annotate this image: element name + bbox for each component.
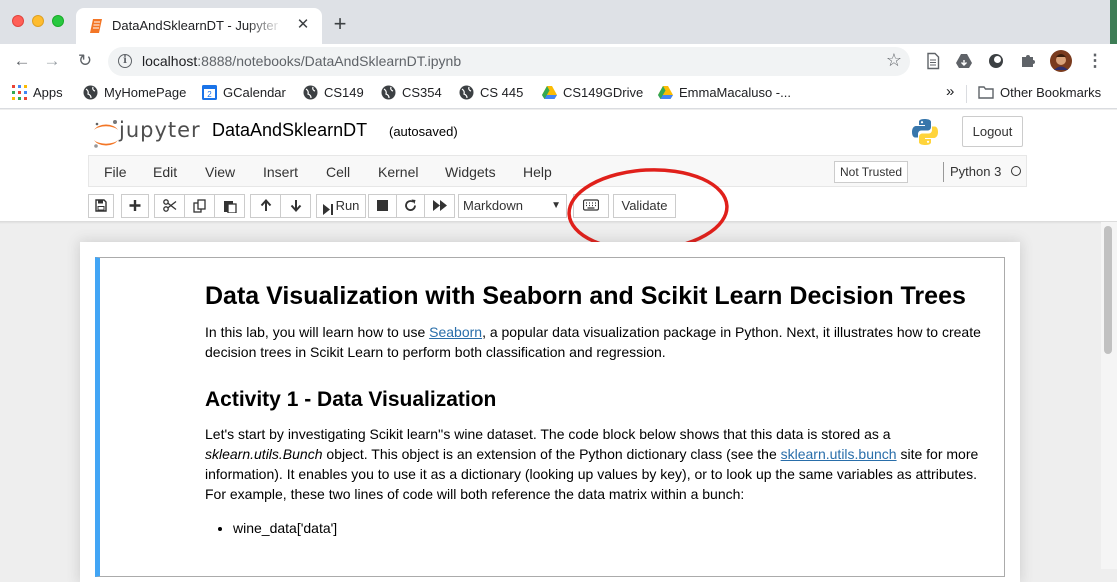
seaborn-link[interactable]: Seaborn [429,324,482,340]
bookmarks-bar: Apps MyHomePage 2 GCalendar CS149 CS354 C… [0,78,1117,109]
url-text[interactable]: localhost:8888/notebooks/DataAndSklearnD… [142,53,461,69]
move-up-button[interactable] [250,194,281,218]
browser-tab-active[interactable]: DataAndSklearnDT - Jupyter Notebook ✕ [76,8,322,44]
cut-button[interactable] [154,194,185,218]
notebook-title-heading: Data Visualization with Seaborn and Scik… [205,282,966,310]
notebook-container: Data Visualization with Seaborn and Scik… [80,242,1020,582]
interrupt-kernel-button[interactable] [368,194,397,218]
globe-icon [381,85,396,100]
kernel-name[interactable]: Python 3 [950,164,1001,179]
drive-icon [658,86,673,99]
intro-paragraph: In this lab, you will learn how to use S… [205,324,981,360]
cell-type-select[interactable]: Markdown ▼ [458,194,567,218]
drive-icon [542,86,557,99]
more-menu-icon[interactable]: ⋮ [1085,51,1105,71]
reload-icon[interactable]: ↻ [75,51,95,71]
address-bar[interactable]: i localhost:8888/notebooks/DataAndSklear… [108,47,910,76]
bookmark-emmamacaluso[interactable]: EmmaMacaluso -... [658,85,791,103]
copy-button[interactable] [184,194,215,218]
step-forward-icon [322,200,333,215]
insert-cell-button[interactable] [121,194,149,218]
globe-icon [459,85,474,100]
tab-close-icon[interactable]: ✕ [294,16,312,34]
chevron-down-icon: ▼ [551,200,561,211]
menu-view[interactable]: View [205,164,235,180]
restart-kernel-button[interactable] [396,194,425,218]
notebook-name[interactable]: DataAndSklearnDT [212,120,367,141]
profile-avatar[interactable] [1050,50,1072,72]
save-icon [95,199,107,212]
apps-grid-icon [12,85,27,100]
arrow-up-icon [260,199,271,211]
logout-button[interactable]: Logout [962,116,1023,147]
paste-icon [223,201,237,213]
forward-arrow-icon[interactable]: → [42,51,62,71]
sklearn-bunch-link[interactable]: sklearn.utils.bunch [781,446,897,462]
globe-icon [83,85,98,100]
bookmarks-overflow-icon[interactable]: » [946,83,954,101]
kernel-idle-indicator-icon [1011,166,1021,176]
minimize-window-button[interactable] [32,15,44,27]
notebook-toolbar: Run Markdown ▼ Validate [0,194,1117,220]
menu-insert[interactable]: Insert [263,164,298,180]
autosave-status: (autosaved) [389,124,458,139]
bookmark-apps[interactable]: Apps [12,85,63,103]
new-tab-button[interactable]: + [330,13,350,35]
bookmark-gcalendar[interactable]: 2 GCalendar [202,85,286,103]
svg-text:2: 2 [207,90,212,99]
activity-paragraph: Let's start by investigating Scikit lear… [205,426,979,502]
menu-cell[interactable]: Cell [326,164,350,180]
browser-tab-strip: DataAndSklearnDT - Jupyter Notebook ✕ + [0,0,1117,44]
folder-icon [978,86,994,99]
rendered-markdown: Data Visualization with Seaborn and Scik… [205,283,995,538]
stop-icon [377,200,388,211]
copy-icon [192,199,206,213]
calendar-icon: 2 [202,85,217,100]
paste-button[interactable] [214,194,245,218]
close-window-button[interactable] [12,15,24,27]
puzzle-extensions-icon[interactable] [1019,52,1037,70]
menu-widgets[interactable]: Widgets [445,164,496,180]
bookmark-star-icon[interactable]: ☆ [886,50,902,71]
bookmark-cs354[interactable]: CS354 [381,85,442,103]
drive-extension-icon[interactable] [955,52,973,70]
site-info-icon[interactable]: i [118,54,132,68]
jupyter-logo-text[interactable]: jupyter [119,118,201,142]
restart-run-all-button[interactable] [424,194,455,218]
maximize-window-button[interactable] [52,15,64,27]
scissors-icon [162,199,176,212]
restart-icon [405,199,416,211]
menu-file[interactable]: File [104,164,127,180]
markdown-cell-selected[interactable]: Data Visualization with Seaborn and Scik… [95,257,1005,577]
back-arrow-icon[interactable]: ← [12,51,32,71]
python-logo-icon [912,119,938,145]
arrow-down-icon [290,200,301,212]
move-down-button[interactable] [280,194,311,218]
code-example-list: wine_data['data'] [233,518,995,538]
menu-edit[interactable]: Edit [153,164,177,180]
list-item: wine_data['data'] [233,518,995,538]
menu-help[interactable]: Help [523,164,552,180]
bookmark-cs149gdrive[interactable]: CS149GDrive [542,85,643,103]
bookmark-cs149[interactable]: CS149 [303,85,364,103]
globe-icon [303,85,318,100]
plus-icon [129,200,141,211]
document-extension-icon[interactable] [924,52,942,70]
bookmark-cs445[interactable]: CS 445 [459,85,523,103]
other-bookmarks[interactable]: Other Bookmarks [978,85,1101,103]
jupyter-header: jupyter DataAndSklearnDT (autosaved) Log… [0,110,1117,222]
menu-kernel[interactable]: Kernel [378,164,418,180]
not-trusted-button[interactable]: Not Trusted [834,161,908,183]
notebook-favicon-icon [90,19,102,33]
notebook-menubar: File Edit View Insert Cell Kernel Widget… [88,155,1027,187]
page-scrollbar-thumb[interactable] [1104,226,1112,354]
bookmark-myhomepage[interactable]: MyHomePage [83,85,186,103]
activity-heading: Activity 1 - Data Visualization [205,388,497,411]
circle-extension-icon[interactable] [987,52,1005,70]
run-button[interactable]: Run [316,194,366,218]
save-button[interactable] [88,194,114,218]
browser-toolbar: ← → ↻ i localhost:8888/notebooks/DataAnd… [0,44,1117,78]
fast-forward-icon [432,200,447,211]
